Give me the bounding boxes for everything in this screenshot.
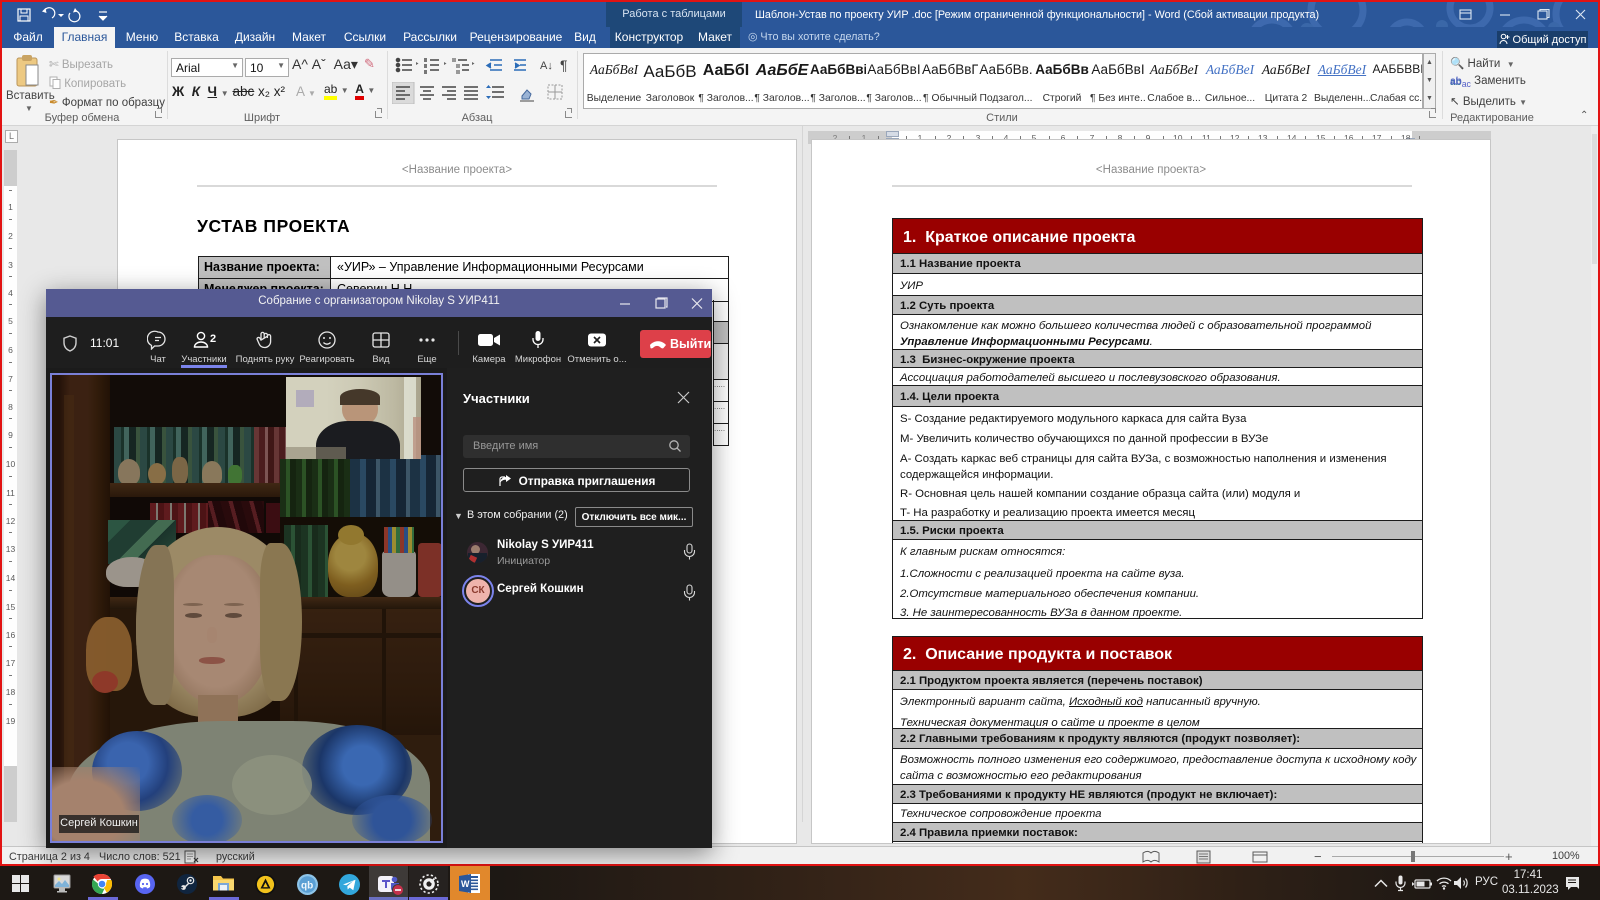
svg-text:2: 2 (210, 333, 216, 345)
svg-text:qb: qb (301, 881, 313, 892)
svg-text:W: W (461, 879, 470, 889)
svg-text:¶: ¶ (560, 57, 568, 73)
svg-text:А↓: А↓ (540, 60, 553, 72)
